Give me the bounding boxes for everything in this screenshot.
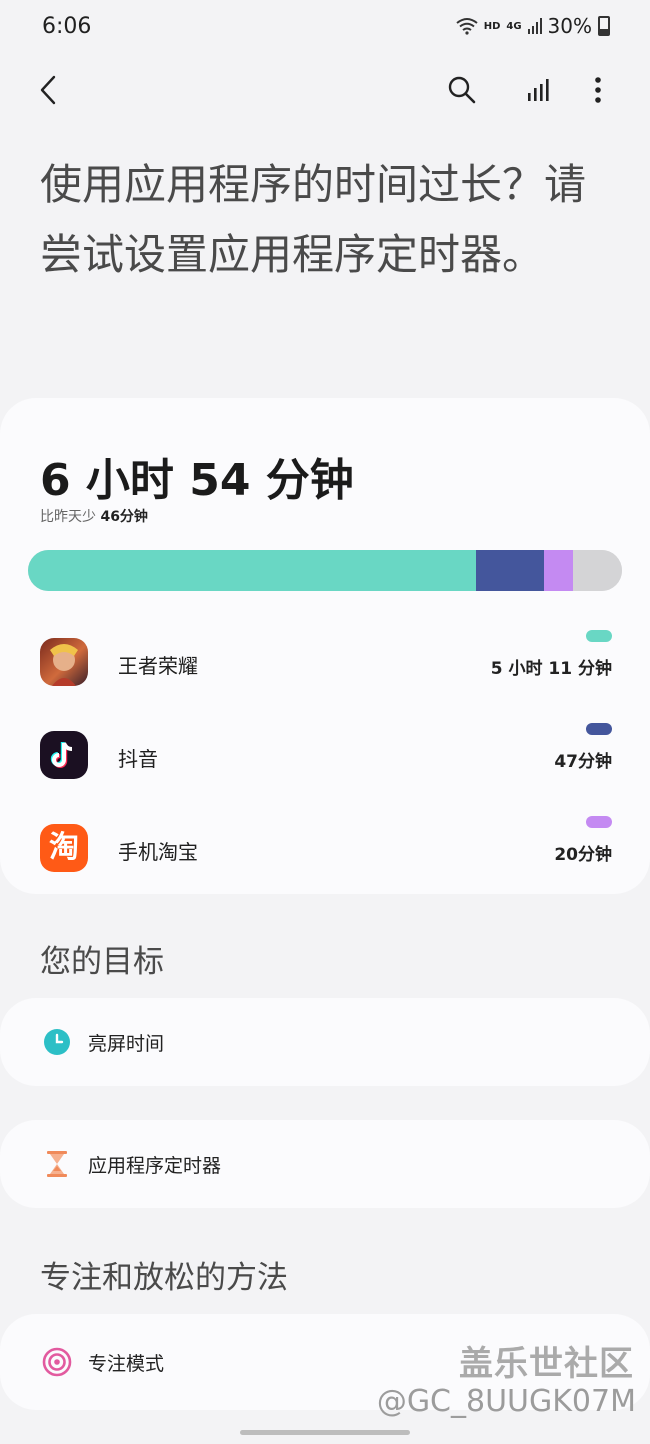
hd-label: HD xyxy=(483,20,501,32)
taobao-icon: 淘 xyxy=(40,824,88,872)
page-headline: 使用应用程序的时间过长？请尝试设置应用程序定时器。 xyxy=(40,160,587,279)
wifi-icon xyxy=(456,18,478,35)
app-usage-time: 47分钟 xyxy=(554,752,612,772)
app-timer-label: 应用程序定时器 xyxy=(88,1154,222,1177)
status-bar: 6:06 HD 4G 30% xyxy=(0,0,650,56)
usage-bar-segment xyxy=(572,550,622,591)
clock-icon xyxy=(42,1027,72,1057)
app-name: 王者荣耀 xyxy=(118,654,198,678)
network-4g-label: 4G xyxy=(506,20,522,32)
goals-section-title: 您的目标 xyxy=(40,944,164,980)
bar-chart-icon xyxy=(528,79,549,101)
top-app-bar xyxy=(0,58,650,122)
total-usage-time: 6 小时 54 分钟 xyxy=(40,455,354,506)
chevron-left-icon xyxy=(40,75,56,105)
usage-card[interactable]: 6 小时 54 分钟 比昨天少 46分钟 王者荣耀 5 小时 11 分钟 抖音 xyxy=(0,398,650,894)
screen-time-label: 亮屏时间 xyxy=(88,1032,165,1055)
app-timer-goal-item[interactable]: 应用程序定时器 xyxy=(0,1120,650,1208)
app-usage-time: 20分钟 xyxy=(554,845,612,865)
legend-swatch xyxy=(586,816,612,828)
app-row-douyin[interactable]: 抖音 47分钟 xyxy=(0,723,650,823)
stats-button[interactable] xyxy=(516,68,560,112)
app-row-wangzherongyao[interactable]: 王者荣耀 5 小时 11 分钟 xyxy=(0,630,650,730)
tiktok-icon xyxy=(40,731,88,779)
usage-stacked-bar xyxy=(28,550,622,591)
signal-icon xyxy=(527,18,542,34)
app-name: 手机淘宝 xyxy=(118,840,198,864)
hourglass-icon xyxy=(42,1149,72,1179)
target-icon xyxy=(42,1347,72,1377)
game-avatar-icon xyxy=(40,638,88,686)
usage-bar-segment xyxy=(28,550,477,591)
legend-swatch xyxy=(586,723,612,735)
legend-swatch xyxy=(586,630,612,642)
usage-bar-segment xyxy=(544,550,573,591)
status-time: 6:06 xyxy=(42,14,92,39)
more-options-button[interactable] xyxy=(576,68,620,112)
usage-bar-segment xyxy=(476,550,545,591)
app-usage-time: 5 小时 11 分钟 xyxy=(490,659,612,679)
search-icon xyxy=(448,76,476,104)
app-row-taobao[interactable]: 淘 手机淘宝 20分钟 xyxy=(0,816,650,916)
focus-mode-label: 专注模式 xyxy=(88,1352,165,1375)
usage-comparison: 比昨天少 46分钟 xyxy=(40,506,148,526)
screen-time-goal-item[interactable]: 亮屏时间 xyxy=(0,998,650,1086)
focus-section-title: 专注和放松的方法 xyxy=(40,1260,288,1296)
watermark-user: @GC_8UUGK07M xyxy=(376,1384,636,1419)
more-vert-icon xyxy=(595,77,601,103)
app-name: 抖音 xyxy=(118,747,158,771)
back-button[interactable] xyxy=(26,68,70,112)
watermark-community: 盖乐世社区 xyxy=(459,1344,634,1384)
search-button[interactable] xyxy=(440,68,484,112)
battery-percent: 30% xyxy=(547,14,592,38)
status-icons: HD 4G 30% xyxy=(456,14,610,38)
gesture-home-bar[interactable] xyxy=(240,1430,410,1435)
comparison-prefix: 比昨天少 xyxy=(40,509,96,525)
comparison-value: 46分钟 xyxy=(100,509,148,525)
battery-icon xyxy=(598,16,610,36)
